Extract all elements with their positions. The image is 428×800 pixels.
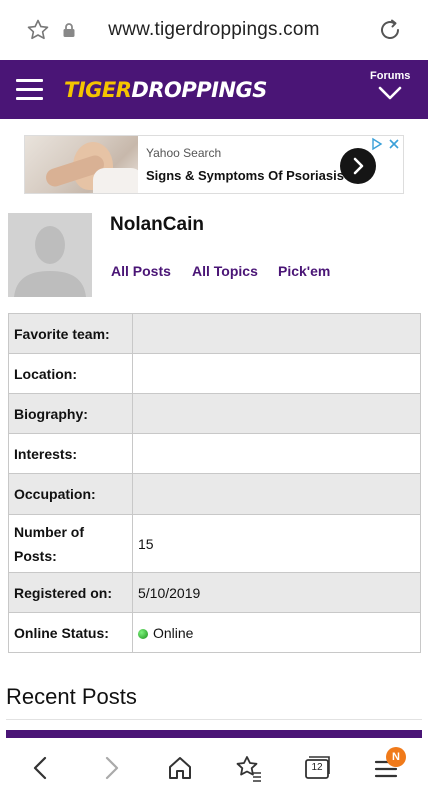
row-label-line: Posts: [14,547,57,564]
url-field[interactable]: www.tigerdroppings.com [0,19,428,41]
row-value: 5/10/2019 [132,572,421,613]
online-status-dot-icon [138,628,148,639]
notification-badge: N [386,747,406,767]
logo-tiger-text: TIGER [64,78,132,102]
chevron-right-icon [353,157,364,175]
ad-source: Yahoo Search [146,146,222,160]
forums-button[interactable]: Forums [370,70,410,100]
row-label: Occupation: [8,473,133,515]
table-row: Occupation: [8,473,421,515]
online-status-text: Online [153,624,194,641]
recent-posts-heading: Recent Posts [6,684,137,709]
row-value [132,313,421,354]
row-value [132,473,421,515]
tab-count: 12 [311,762,323,773]
table-row: Online Status: Online [8,612,421,653]
table-row: Number of Posts: 15 [8,514,421,573]
row-label: Location: [8,353,133,394]
browser-bottom-nav: 12 [0,738,428,800]
ad-image [25,136,138,193]
ad-go-button[interactable] [340,148,376,184]
row-label: Registered on: [8,572,133,613]
tabs-button[interactable]: 12 [300,752,334,784]
table-row: Interests: [8,433,421,474]
row-value [132,393,421,434]
browser-address-bar: www.tigerdroppings.com [0,0,428,60]
table-row: Biography: [8,393,421,434]
row-label: Online Status: [8,612,133,653]
all-topics-link[interactable]: All Topics [192,263,258,279]
forums-label: Forums [370,70,411,82]
row-value [132,353,421,394]
row-label: Favorite team: [8,313,133,354]
hamburger-menu-icon[interactable] [16,79,43,100]
site-logo[interactable]: TIGERDROPPINGS [64,75,280,105]
table-row: Location: [8,353,421,394]
row-label: Biography: [8,393,133,434]
row-label: Interests: [8,433,133,474]
site-header: TIGERDROPPINGS Forums [0,60,428,119]
user-silhouette-icon [8,213,92,297]
divider [6,719,422,720]
avatar [8,213,92,297]
home-icon[interactable] [163,752,197,784]
row-value: 15 [132,514,421,573]
row-value [132,433,421,474]
table-row: Registered on: 5/10/2019 [8,572,421,613]
row-value: Online [132,612,421,653]
username: NolanCain [110,214,204,235]
bookmarks-icon[interactable] [232,752,266,784]
ad-banner[interactable]: Yahoo Search Signs & Symptoms Of Psorias… [24,135,404,194]
pickem-link[interactable]: Pick'em [278,263,330,279]
profile-info-table: Favorite team: Location: Biography: Inte… [8,313,421,653]
forward-icon[interactable] [94,752,128,784]
all-posts-link[interactable]: All Posts [111,263,171,279]
back-icon[interactable] [24,752,58,784]
table-row: Favorite team: [8,313,421,354]
row-label-line: Number of [14,523,84,540]
ad-title[interactable]: Signs & Symptoms Of Psoriasis [146,168,344,183]
row-label: Number of Posts: [8,514,133,573]
logo-droppings-text: DROPPINGS [131,78,267,102]
reload-icon[interactable] [377,17,403,43]
chevron-down-icon [378,86,402,100]
ad-choices-icon[interactable] [370,137,402,151]
